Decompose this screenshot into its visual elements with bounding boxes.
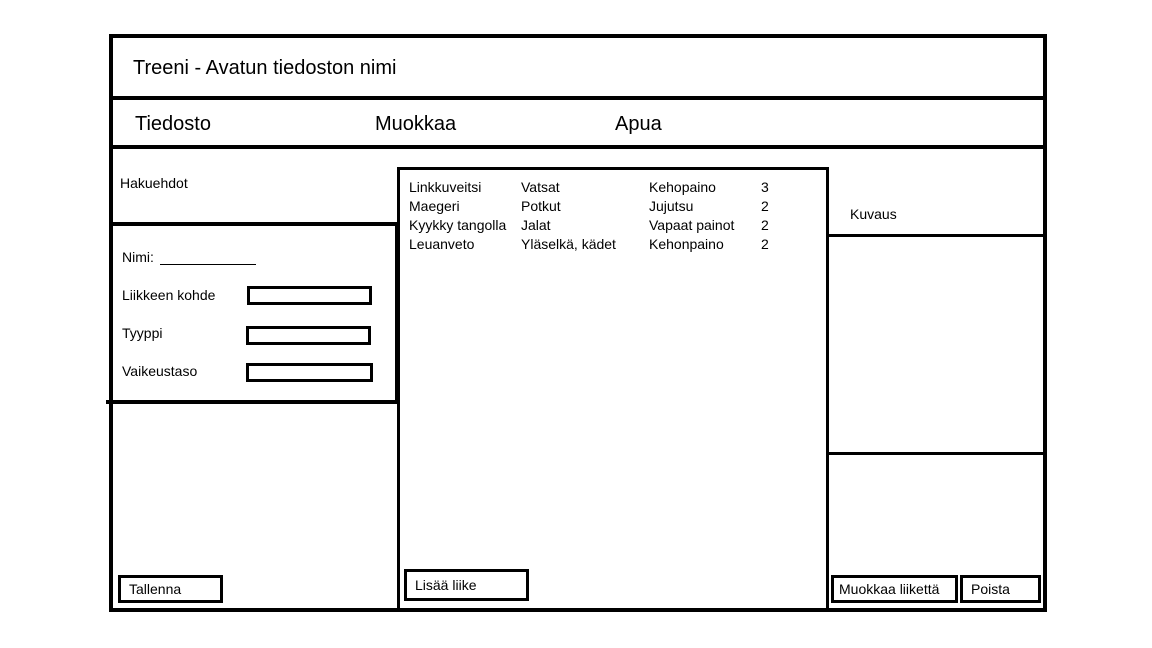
table-row[interactable]: Leuanveto Yläselkä, kädet Kehonpaino 2: [409, 235, 809, 254]
menu-bar-divider: [109, 145, 1047, 149]
edit-exercise-button[interactable]: Muokkaa liikettä: [831, 575, 958, 603]
exercise-type: Kehonpaino: [649, 236, 724, 252]
menu-edit[interactable]: Muokkaa: [375, 113, 456, 136]
exercise-difficulty: 3: [761, 179, 769, 195]
type-label: Tyyppi: [122, 325, 163, 341]
title-bar-divider: [109, 96, 1047, 100]
frame-top-border: [109, 34, 1047, 38]
description-label: Kuvaus: [850, 206, 897, 222]
search-panel-bottom-border: [106, 400, 399, 404]
save-button[interactable]: Tallenna: [118, 575, 223, 603]
description-top-divider: [827, 234, 1045, 237]
search-heading-divider: [109, 222, 399, 226]
frame-bottom-border: [109, 608, 1047, 612]
exercise-difficulty: 2: [761, 236, 769, 252]
exercise-target: Yläselkä, kädet: [521, 236, 616, 252]
exercise-type: Vapaat painot: [649, 217, 735, 233]
difficulty-input[interactable]: [246, 363, 373, 382]
exercise-difficulty: 2: [761, 217, 769, 233]
table-row[interactable]: Linkkuveitsi Vatsat Kehopaino 3: [409, 178, 809, 197]
table-row[interactable]: Maegeri Potkut Jujutsu 2: [409, 197, 809, 216]
exercise-target: Potkut: [521, 198, 561, 214]
menu-help[interactable]: Apua: [615, 113, 662, 136]
target-label: Liikkeen kohde: [122, 287, 216, 303]
exercise-difficulty: 2: [761, 198, 769, 214]
search-heading: Hakuehdot: [120, 175, 188, 191]
exercise-target: Jalat: [521, 217, 551, 233]
frame-right-border: [1043, 34, 1047, 612]
exercise-name: Leuanveto: [409, 236, 475, 252]
description-bottom-divider: [827, 452, 1045, 455]
exercise-table: Linkkuveitsi Vatsat Kehopaino 3 Maegeri …: [409, 178, 809, 258]
exercise-name: Maegeri: [409, 198, 460, 214]
exercise-name: Kyykky tangolla: [409, 217, 507, 233]
exercise-name: Linkkuveitsi: [409, 179, 482, 195]
name-input-underline[interactable]: [160, 264, 256, 265]
exercise-type: Kehopaino: [649, 179, 716, 195]
exercise-type: Jujutsu: [649, 198, 694, 214]
name-label: Nimi:: [122, 249, 154, 265]
list-panel-top-border: [397, 167, 829, 170]
window-title: Treeni - Avatun tiedoston nimi: [133, 57, 397, 79]
frame-left-border: [109, 34, 113, 612]
list-panel-left-border: [397, 167, 400, 610]
difficulty-label: Vaikeustaso: [122, 363, 198, 379]
target-input[interactable]: [247, 286, 372, 305]
menu-file[interactable]: Tiedosto: [135, 113, 211, 136]
type-input[interactable]: [246, 326, 371, 345]
add-exercise-button[interactable]: Lisää liike: [404, 569, 529, 601]
exercise-target: Vatsat: [521, 179, 560, 195]
table-row[interactable]: Kyykky tangolla Jalat Vapaat painot 2: [409, 216, 809, 235]
delete-button[interactable]: Poista: [960, 575, 1041, 603]
